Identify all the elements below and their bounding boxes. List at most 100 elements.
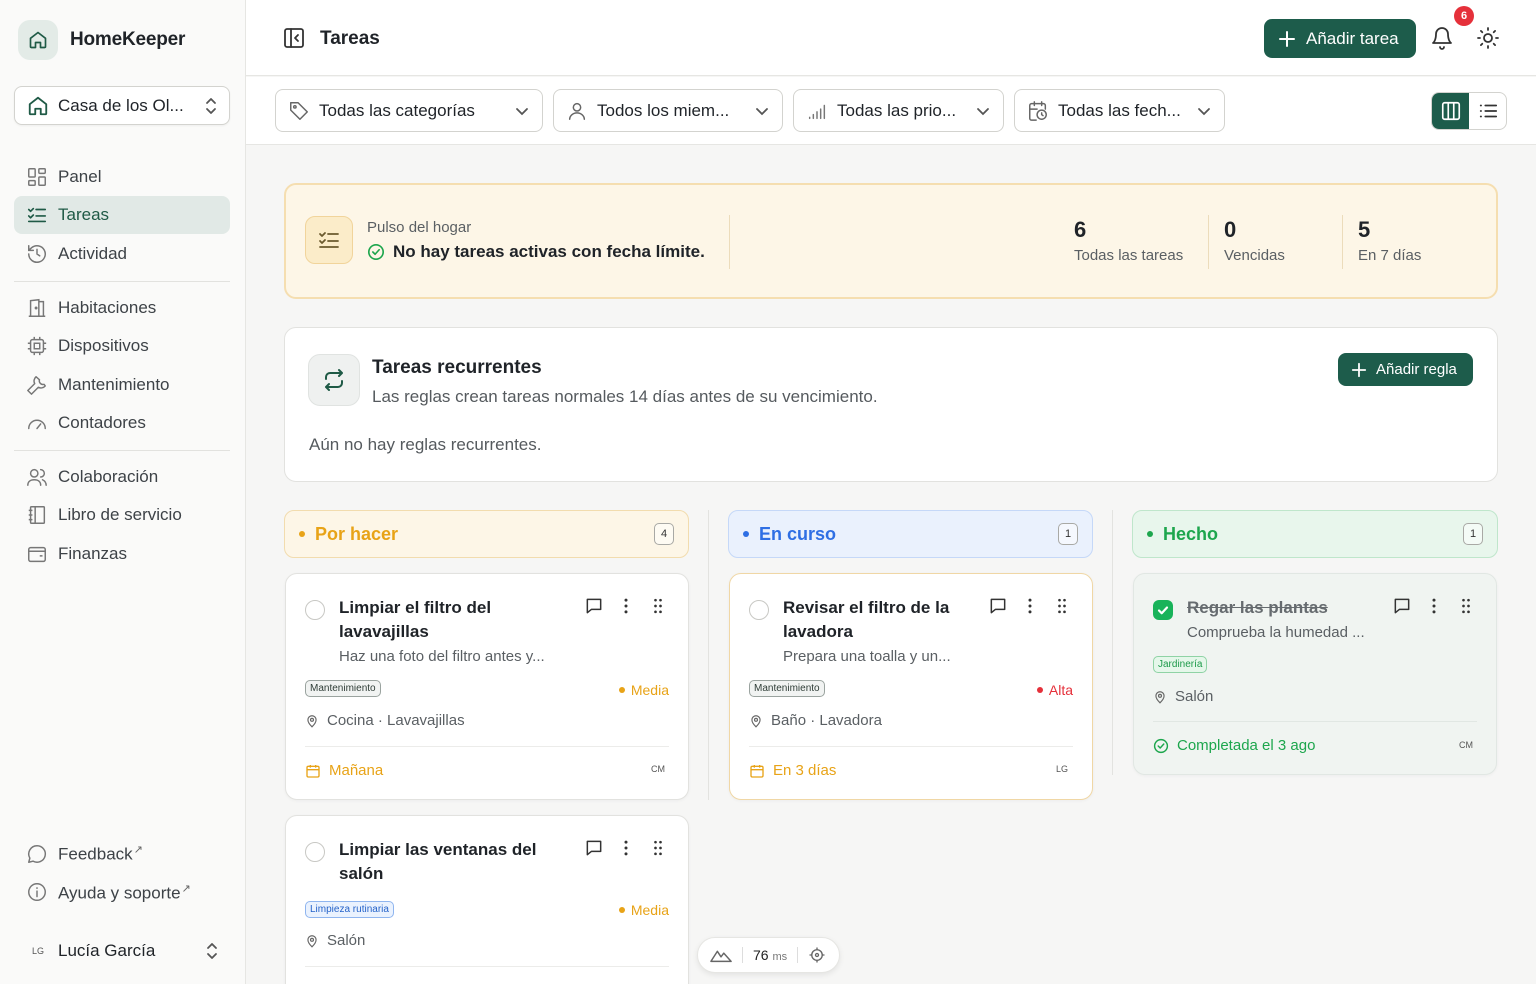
add-rule-button[interactable]: Añadir regla bbox=[1338, 353, 1473, 386]
priority-label: Media bbox=[618, 902, 669, 918]
priority-dot bbox=[618, 907, 625, 913]
stat-value: 5 bbox=[1358, 217, 1371, 242]
nav-item-actividad[interactable]: Actividad bbox=[14, 235, 230, 273]
status-dot bbox=[743, 531, 749, 537]
checklist-icon bbox=[26, 204, 48, 226]
drag-handle-icon[interactable] bbox=[648, 838, 668, 858]
more-vertical-icon[interactable] bbox=[1424, 596, 1444, 616]
nav-label: Finanzas bbox=[58, 543, 127, 563]
task-location: Salón bbox=[1153, 688, 1213, 705]
add-task-button[interactable]: Añadir tarea bbox=[1264, 19, 1416, 58]
task-checkbox[interactable] bbox=[1153, 600, 1173, 620]
nav-item-libro-servicio[interactable]: Libro de servicio bbox=[14, 496, 230, 534]
nav-item-finanzas[interactable]: Finanzas bbox=[14, 535, 230, 573]
task-title: Regar las plantas bbox=[1187, 598, 1328, 617]
column-title: Por hacer bbox=[315, 523, 399, 544]
plus-icon bbox=[1351, 362, 1367, 378]
task-checkbox[interactable] bbox=[749, 600, 769, 620]
chevron-down-icon bbox=[1196, 103, 1212, 119]
nav-item-colaboracion[interactable]: Colaboración bbox=[14, 458, 230, 496]
comment-icon[interactable] bbox=[1392, 596, 1412, 616]
brand[interactable]: HomeKeeper bbox=[18, 20, 185, 60]
more-vertical-icon[interactable] bbox=[616, 838, 636, 858]
latency-unit: ms bbox=[772, 951, 788, 963]
crosshair-icon[interactable] bbox=[808, 946, 826, 964]
task-card[interactable]: Revisar el filtro de la lavadora Prepara… bbox=[729, 573, 1093, 800]
check-circle-icon bbox=[367, 243, 385, 261]
drag-handle-icon[interactable] bbox=[648, 596, 668, 616]
home-icon bbox=[27, 95, 49, 117]
household-pulse: Pulso del hogar No hay tareas activas co… bbox=[284, 183, 1498, 299]
list-view-button[interactable] bbox=[1469, 93, 1506, 129]
due-text: Mañana bbox=[329, 762, 384, 779]
assignee-avatar: LG bbox=[1055, 764, 1068, 774]
nav-item-dispositivos[interactable]: Dispositivos bbox=[14, 327, 230, 365]
plus-icon bbox=[1278, 30, 1296, 48]
top-header: Tareas Añadir tarea 6 bbox=[246, 0, 1536, 76]
map-pin-icon bbox=[1153, 690, 1167, 704]
recurring-subtitle: Las reglas crean tareas normales 14 días… bbox=[372, 387, 878, 406]
more-vertical-icon[interactable] bbox=[616, 596, 636, 616]
comment-icon[interactable] bbox=[584, 596, 604, 616]
more-vertical-icon[interactable] bbox=[1020, 596, 1040, 616]
task-description: Haz una foto del filtro antes y... bbox=[339, 648, 545, 665]
priority-filter[interactable]: Todas las prio... bbox=[793, 89, 1004, 132]
task-due: Mañana bbox=[305, 762, 383, 779]
card-divider bbox=[305, 966, 669, 967]
location-text: Salón bbox=[327, 932, 366, 949]
nav-item-mantenimiento[interactable]: Mantenimiento bbox=[14, 366, 230, 404]
sidebar-toggle-icon[interactable] bbox=[282, 26, 306, 50]
task-location: Salón bbox=[305, 932, 365, 949]
dashboard-icon bbox=[26, 166, 48, 188]
door-icon bbox=[26, 297, 48, 319]
wrench-icon bbox=[26, 374, 48, 396]
nav-item-tareas[interactable]: Tareas bbox=[14, 196, 230, 235]
task-card[interactable]: Limpiar el filtro del lavavajillas Haz u… bbox=[285, 573, 689, 800]
card-actions bbox=[584, 596, 668, 616]
board-view-button[interactable] bbox=[1432, 93, 1469, 129]
dates-filter[interactable]: Todas las fech... bbox=[1014, 89, 1225, 132]
calendar-icon bbox=[749, 763, 765, 779]
performance-indicator[interactable]: 76 ms bbox=[697, 937, 840, 973]
gauge-icon bbox=[26, 412, 48, 434]
user-menu[interactable]: LG Lucía García bbox=[14, 932, 230, 970]
members-filter[interactable]: Todos los miem... bbox=[553, 89, 783, 132]
task-card[interactable]: Limpiar las ventanas del salón Limpieza … bbox=[285, 815, 689, 984]
stat-label: En 7 días bbox=[1358, 247, 1422, 264]
nav-main: Panel Tareas Actividad bbox=[14, 158, 230, 273]
chevron-down-icon bbox=[514, 103, 530, 119]
nav-other: Colaboración Libro de servicio Finanzas bbox=[14, 458, 230, 573]
sun-icon[interactable] bbox=[1476, 26, 1500, 50]
nav-item-ayuda[interactable]: Ayuda y soporte↗ bbox=[14, 873, 230, 911]
category-filter[interactable]: Todas las categorías bbox=[275, 89, 543, 132]
priority-text: Media bbox=[630, 682, 669, 698]
task-card[interactable]: Regar las plantas Comprueba la humedad .… bbox=[1133, 573, 1497, 775]
card-divider bbox=[1153, 721, 1477, 722]
comment-icon[interactable] bbox=[988, 596, 1008, 616]
task-checkbox[interactable] bbox=[305, 600, 325, 620]
priority-dot bbox=[1036, 687, 1043, 693]
stat-all: 6 Todas las tareas bbox=[1074, 217, 1183, 264]
nav-item-feedback[interactable]: Feedback↗ bbox=[14, 835, 230, 873]
card-actions bbox=[1392, 596, 1476, 616]
nav-item-contadores[interactable]: Contadores bbox=[14, 404, 230, 442]
category-tag: Mantenimiento bbox=[305, 680, 381, 697]
priority-filter-value: Todas las prio... bbox=[837, 100, 957, 120]
task-checkbox[interactable] bbox=[305, 842, 325, 862]
repeat-icon bbox=[308, 354, 360, 406]
bell-icon[interactable] bbox=[1430, 26, 1454, 50]
priority-label: Alta bbox=[1036, 682, 1073, 698]
pulse-message: No hay tareas activas con fecha límite. bbox=[367, 242, 705, 262]
book-icon bbox=[26, 504, 48, 526]
columns-icon bbox=[1440, 100, 1462, 122]
app-name: HomeKeeper bbox=[70, 29, 186, 50]
nav-item-habitaciones[interactable]: Habitaciones bbox=[14, 289, 230, 327]
drag-handle-icon[interactable] bbox=[1456, 596, 1476, 616]
card-divider bbox=[305, 746, 669, 747]
household-selector[interactable]: Casa de los Ol... bbox=[14, 86, 230, 125]
column-count: 1 bbox=[1058, 523, 1078, 545]
assignee-avatar: CM bbox=[651, 764, 665, 774]
nav-item-panel[interactable]: Panel bbox=[14, 158, 230, 196]
drag-handle-icon[interactable] bbox=[1052, 596, 1072, 616]
comment-icon[interactable] bbox=[584, 838, 604, 858]
